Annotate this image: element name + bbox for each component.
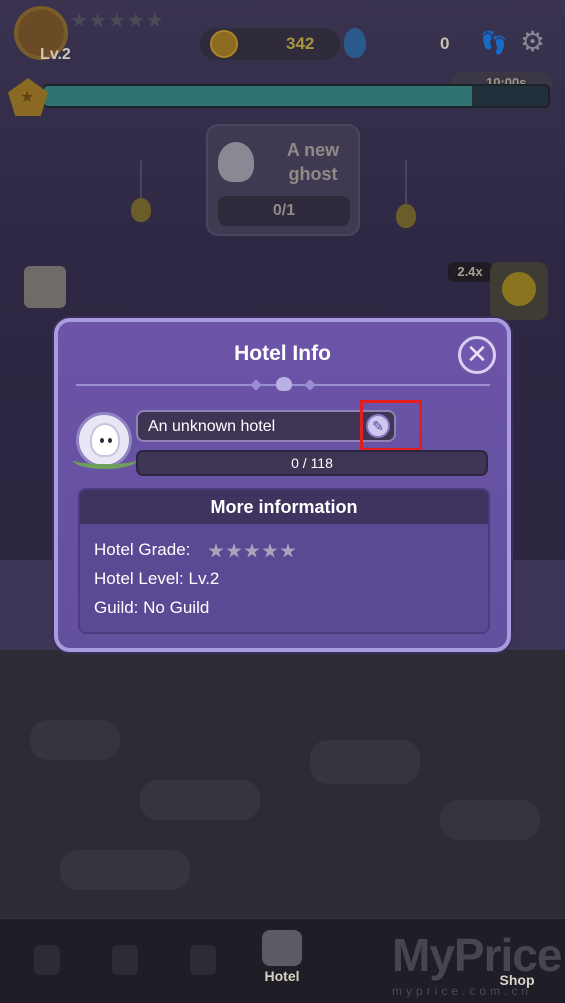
player-xp-bar [42, 84, 550, 108]
star-icon [208, 543, 224, 558]
dialog-title: Hotel Info [234, 342, 331, 365]
player-level: Lv.2 [40, 46, 71, 63]
more-info-header: More information [80, 490, 488, 524]
lamp-cord [405, 160, 407, 206]
ground-stone [440, 800, 540, 840]
skull-icon [276, 377, 292, 391]
guild-label: Guild: [94, 598, 139, 617]
lamp-icon [131, 198, 151, 222]
gear-icon[interactable]: ⚙ [520, 28, 545, 56]
hotel-grade-stars [208, 543, 298, 564]
hotel-grade-label: Hotel Grade: [94, 540, 191, 559]
ground-stone [60, 850, 190, 890]
hotel-xp-text: 0 / 118 [291, 455, 333, 471]
tab-hotel[interactable]: Hotel [252, 930, 312, 984]
watermark-logo: MyPrice [392, 929, 562, 981]
gem-icon [344, 28, 366, 58]
lamp-cord [140, 160, 142, 200]
close-icon[interactable]: ✕ [458, 336, 496, 374]
objective-progress: 0/1 [218, 196, 350, 226]
tombstone-icon [262, 930, 302, 966]
ground-stone [140, 780, 260, 820]
hotel-info-dialog: Hotel Info ✕ An unknown hotel ✎ 0 / 118 … [54, 318, 511, 652]
hotel-level-value: Lv.2 [188, 569, 220, 588]
highlight-box [360, 400, 422, 451]
tab-locked-icon[interactable] [190, 945, 216, 975]
guild-row: Guild: No Guild [94, 598, 209, 618]
ground-stone [310, 740, 420, 784]
tab-hotel-label: Hotel [264, 968, 300, 984]
divider-ornament [250, 379, 262, 391]
ground-stone [30, 720, 120, 760]
gem-count: 0 [440, 34, 450, 53]
hotel-grade-row: Hotel Grade: [94, 540, 190, 560]
watermark-url: myprice.com.cn [392, 984, 533, 998]
player-stars: ★★★★★ [70, 10, 165, 32]
star-icon [244, 543, 260, 558]
star-icon [262, 543, 278, 558]
top-hud: ★★★★★ Lv.2 342 0 👣 ⚙ 10:00s ★ [0, 0, 565, 120]
ghost-icon [218, 142, 254, 182]
player-xp-fill [44, 86, 473, 106]
hotel-xp-bar: 0 / 118 [136, 450, 488, 476]
star-icon [280, 543, 296, 558]
star-icon [226, 543, 242, 558]
tab-locked-icon[interactable] [112, 945, 138, 975]
lamp-icon [396, 204, 416, 228]
ghost-icon [90, 423, 120, 457]
speed-boost-button[interactable] [490, 262, 548, 320]
coin-icon [210, 30, 238, 58]
speed-multiplier: 2.4x [448, 262, 492, 282]
objective-title: A new ghost [286, 140, 340, 184]
guild-value: No Guild [143, 598, 210, 617]
rank-badge-icon: ★ [8, 78, 48, 116]
hotel-avatar [73, 412, 137, 469]
objective-card[interactable]: A new ghost 0/1 [206, 124, 360, 236]
divider-ornament [304, 379, 316, 391]
hotel-level-row: Hotel Level: Lv.2 [94, 569, 219, 589]
hotel-name-text: An unknown hotel [148, 418, 276, 435]
tab-locked-icon[interactable] [34, 945, 60, 975]
coin-count: 342 [286, 34, 315, 53]
footprints-icon[interactable]: 👣 [480, 30, 507, 56]
more-info-panel: More information Hotel Grade: Hotel Leve… [78, 488, 490, 634]
hotel-name-field[interactable]: An unknown hotel [136, 410, 396, 442]
calendar-icon[interactable] [24, 266, 66, 308]
hotel-level-label: Hotel Level: [94, 569, 184, 588]
